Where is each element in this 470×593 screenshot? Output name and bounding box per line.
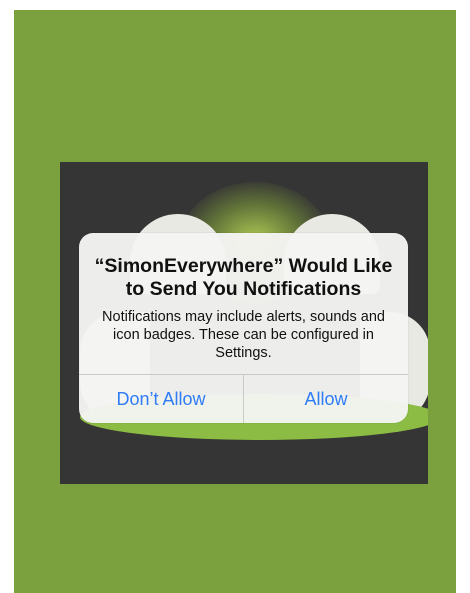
notification-permission-alert: “SimonEverywhere” Would Like to Send You… — [79, 233, 408, 423]
dont-allow-button[interactable]: Don’t Allow — [79, 375, 243, 423]
screenshot-frame: “SimonEverywhere” Would Like to Send You… — [14, 10, 456, 593]
allow-button[interactable]: Allow — [244, 375, 408, 423]
alert-message: Notifications may include alerts, sounds… — [102, 309, 385, 361]
alert-title: “SimonEverywhere” Would Like to Send You… — [94, 255, 393, 300]
alert-button-row: Don’t Allow Allow — [79, 374, 408, 423]
